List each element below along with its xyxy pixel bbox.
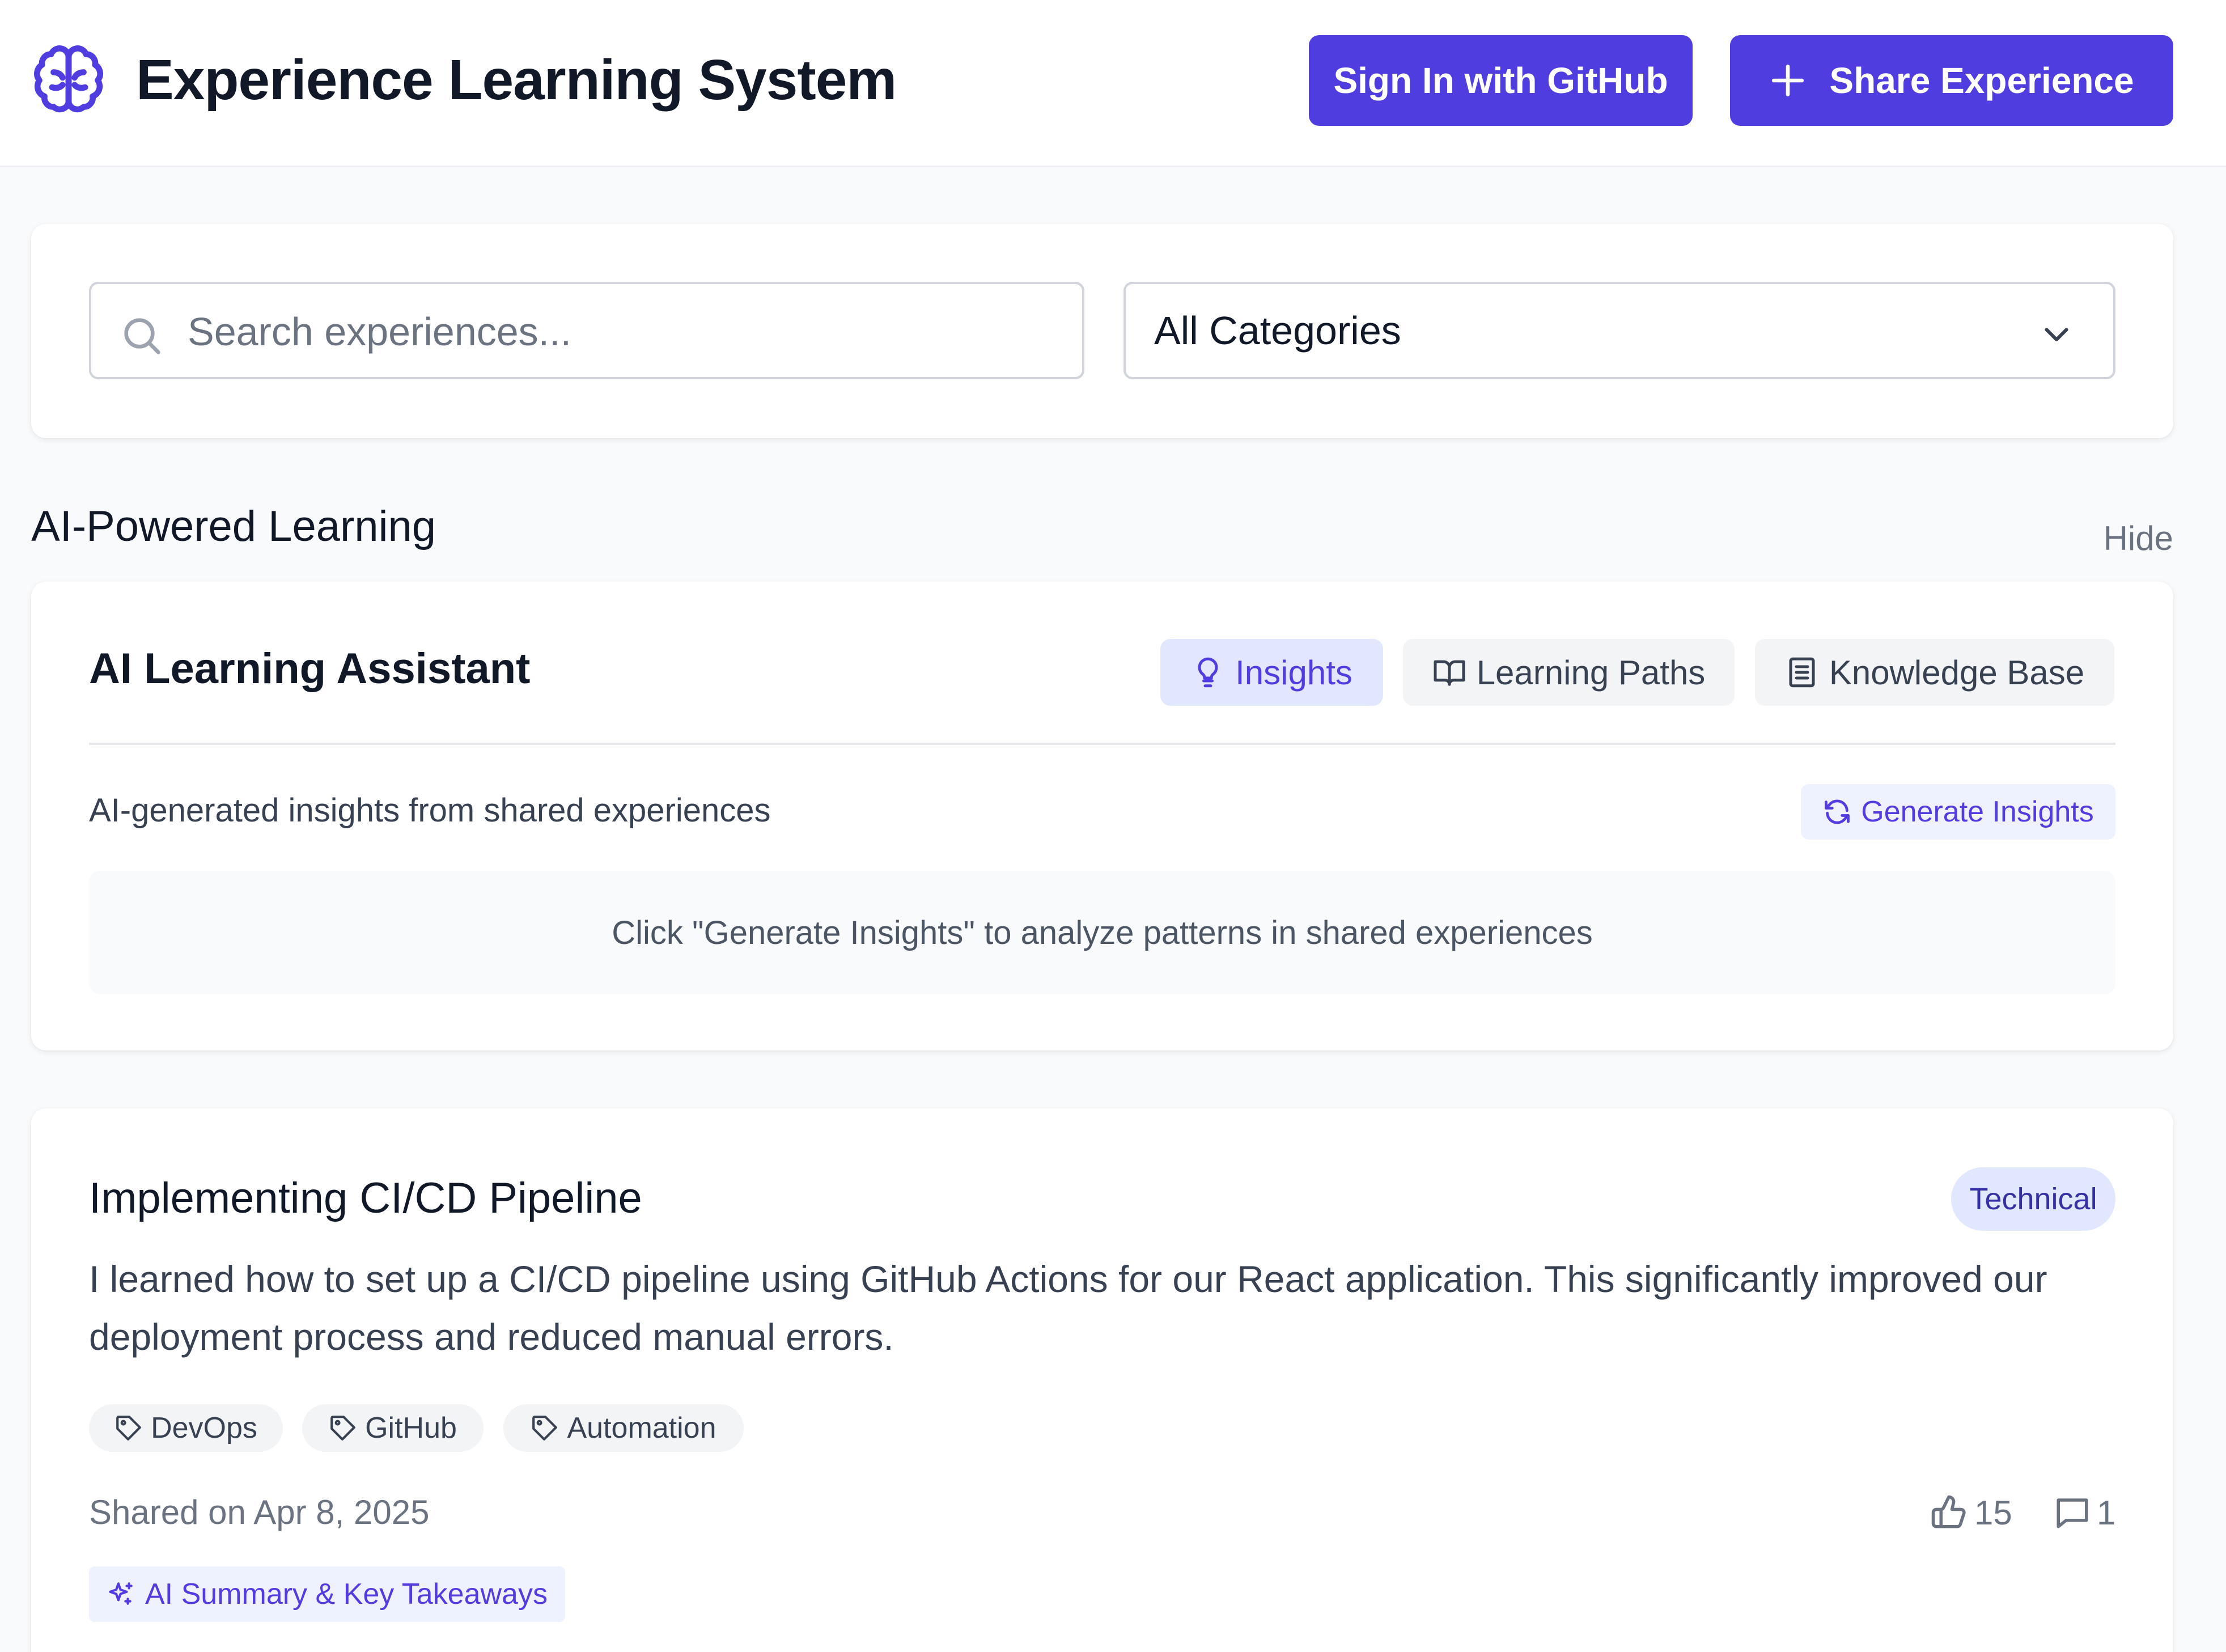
tag-label: Automation bbox=[567, 1412, 716, 1445]
tab-insights[interactable]: Insights bbox=[1160, 639, 1383, 706]
ai-assistant-title: AI Learning Assistant bbox=[89, 645, 531, 693]
tag-icon bbox=[116, 1416, 141, 1441]
insights-empty-state: Click "Generate Insights" to analyze pat… bbox=[89, 871, 2115, 994]
category-badge: Technical bbox=[1951, 1167, 2115, 1231]
top-header: Experience Learning System Sign In with … bbox=[0, 0, 2226, 167]
like-count: 15 bbox=[1974, 1493, 2012, 1532]
ai-section-title: AI-Powered Learning bbox=[31, 502, 436, 550]
hide-ai-section-button[interactable]: Hide bbox=[2104, 519, 2173, 558]
like-button[interactable]: 15 bbox=[1930, 1490, 2012, 1535]
experience-card: Implementing CI/CD Pipeline Technical I … bbox=[31, 1108, 2173, 1652]
search-icon bbox=[124, 318, 160, 354]
shared-date: Shared on Apr 8, 2025 bbox=[89, 1493, 430, 1531]
tab-learning-paths[interactable]: Learning Paths bbox=[1403, 639, 1735, 706]
comment-icon bbox=[2057, 1498, 2088, 1528]
ai-insights-description: AI-generated insights from shared experi… bbox=[89, 792, 771, 829]
app-page: Experience Learning System Sign In with … bbox=[0, 0, 2226, 1652]
generate-insights-button[interactable]: Generate Insights bbox=[1801, 784, 2115, 840]
document-icon bbox=[1789, 657, 1815, 688]
app-title: Experience Learning System bbox=[136, 48, 897, 112]
ai-summary-label: AI Summary & Key Takeaways bbox=[145, 1578, 548, 1611]
refresh-icon bbox=[1825, 799, 1850, 824]
tab-insights-label: Insights bbox=[1235, 653, 1352, 692]
share-experience-button[interactable]: Share Experience bbox=[1730, 35, 2173, 126]
tab-knowledge-base[interactable]: Knowledge Base bbox=[1755, 639, 2114, 706]
sparkles-icon bbox=[109, 1582, 133, 1605]
thumbs-up-icon bbox=[1931, 1495, 1966, 1528]
chevron-down-icon bbox=[2045, 328, 2068, 341]
tag-chip[interactable]: DevOps bbox=[89, 1404, 283, 1452]
insights-empty-message: Click "Generate Insights" to analyze pat… bbox=[612, 914, 1593, 951]
generate-insights-label: Generate Insights bbox=[1861, 795, 2094, 828]
book-open-icon bbox=[1434, 660, 1465, 686]
tag-icon bbox=[532, 1416, 558, 1441]
brain-icon bbox=[34, 45, 103, 113]
search-box[interactable] bbox=[89, 282, 1084, 379]
sign-in-label: Sign In with GitHub bbox=[1333, 60, 1668, 101]
tag-chip[interactable]: GitHub bbox=[302, 1404, 484, 1452]
plus-icon bbox=[1772, 64, 1804, 97]
lightbulb-icon bbox=[1198, 657, 1218, 688]
tag-icon bbox=[330, 1416, 355, 1441]
comment-count: 1 bbox=[2097, 1493, 2116, 1532]
comments-button[interactable]: 1 bbox=[2054, 1490, 2115, 1535]
divider bbox=[89, 743, 2115, 745]
ai-summary-button[interactable]: AI Summary & Key Takeaways bbox=[89, 1566, 565, 1622]
tab-knowledge-base-label: Knowledge Base bbox=[1829, 653, 2085, 692]
experience-body: I learned how to set up a CI/CD pipeline… bbox=[89, 1258, 2047, 1358]
sign-in-github-button[interactable]: Sign In with GitHub bbox=[1309, 35, 1693, 126]
tag-label: GitHub bbox=[365, 1412, 457, 1445]
experience-title[interactable]: Implementing CI/CD Pipeline bbox=[89, 1174, 642, 1223]
category-selected-value: All Categories bbox=[1154, 308, 1401, 353]
search-input[interactable] bbox=[188, 304, 1061, 359]
tag-label: DevOps bbox=[151, 1412, 257, 1445]
ai-assistant-card: AI Learning Assistant Insights Learning … bbox=[31, 582, 2173, 1050]
tag-chip[interactable]: Automation bbox=[503, 1404, 744, 1452]
share-experience-label: Share Experience bbox=[1829, 60, 2134, 101]
filter-card: All Categories bbox=[31, 224, 2173, 438]
tab-learning-paths-label: Learning Paths bbox=[1476, 653, 1706, 692]
category-select[interactable]: All Categories bbox=[1123, 282, 2115, 379]
